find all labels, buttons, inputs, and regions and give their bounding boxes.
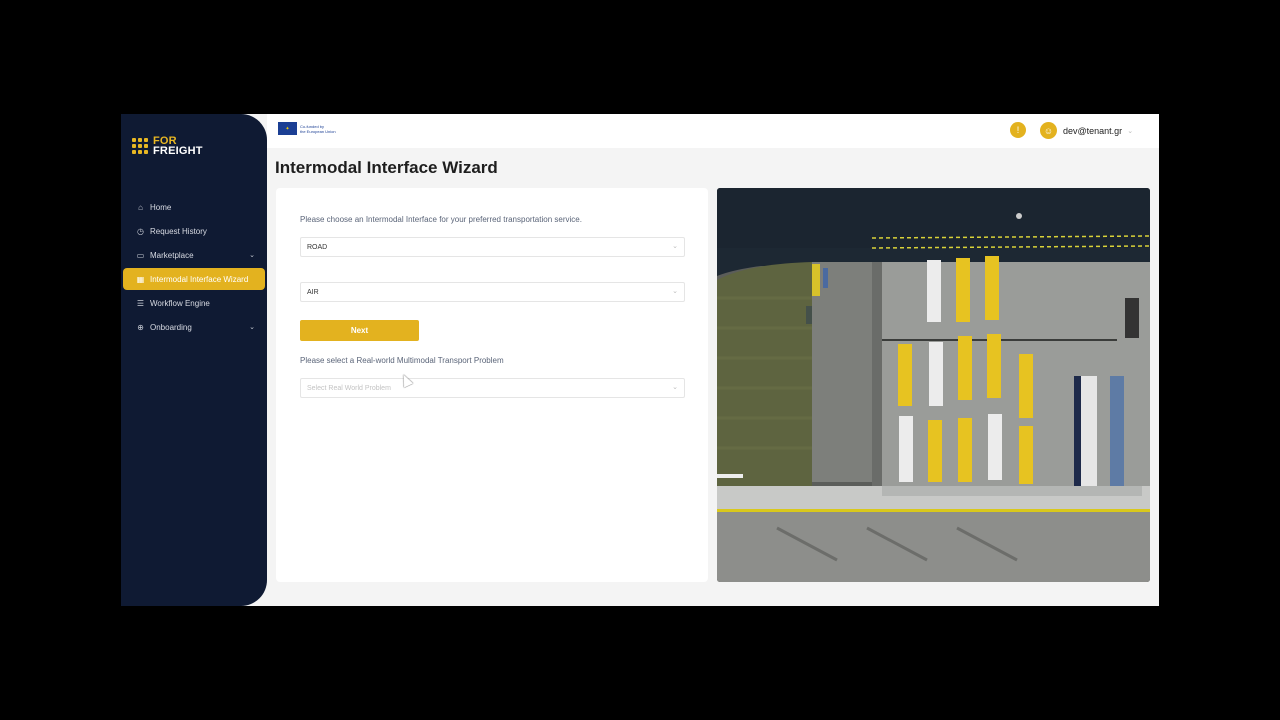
aerial-port-illustration — [717, 188, 1150, 582]
sidebar-item-label: Home — [150, 202, 172, 212]
brand-line2: FREIGHT — [153, 145, 203, 157]
sidebar-item-marketplace[interactable]: ▭ Marketplace ⌄ — [123, 244, 265, 266]
sidebar-item-label: Workflow Engine — [150, 298, 210, 308]
user-menu[interactable]: ☺ dev@tenant.gr ⌄ — [1040, 122, 1133, 139]
table-icon: ▦ — [136, 274, 145, 284]
brand-logo[interactable]: FOR FREIGHT — [132, 136, 203, 157]
chevron-down-icon: ⌄ — [672, 384, 678, 391]
list-icon: ☰ — [136, 298, 145, 308]
chevron-down-icon: ⌄ — [1127, 127, 1134, 135]
sidebar-nav: ⌂ Home ◷ Request History ▭ Marketplace ⌄… — [121, 196, 267, 340]
sidebar-item-label: Intermodal Interface Wizard — [150, 274, 249, 284]
sidebar-item-request-history[interactable]: ◷ Request History — [123, 220, 265, 242]
eu-funding-logo: ✦ Co-funded by the European Union — [278, 122, 336, 135]
sidebar-item-workflow-engine[interactable]: ☰ Workflow Engine — [123, 292, 265, 314]
aerial-port-photo — [717, 188, 1150, 582]
chevron-down-icon: ⌄ — [672, 243, 678, 250]
onboarding-icon: ⊕ — [137, 322, 144, 332]
eu-flag-icon: ✦ — [278, 122, 297, 135]
sidebar-item-label: Onboarding — [150, 322, 192, 332]
logo-dots-icon — [132, 138, 148, 154]
sidebar-item-onboarding[interactable]: ⊕ Onboarding ⌄ — [123, 316, 265, 338]
next-button[interactable]: Next — [300, 320, 419, 341]
sidebar-item-label: Request History — [150, 226, 207, 236]
origin-mode-select[interactable]: ROAD ⌄ — [300, 237, 685, 257]
sidebar: FOR FREIGHT ⌂ Home ◷ Request History ▭ M… — [121, 114, 267, 606]
origin-mode-value: ROAD — [307, 243, 328, 251]
page-title: Intermodal Interface Wizard — [275, 158, 498, 177]
home-icon: ⌂ — [138, 202, 143, 212]
history-icon: ◷ — [137, 226, 144, 236]
eu-text-line2: the European Union — [300, 128, 336, 134]
interface-prompt: Please choose an Intermodal Interface fo… — [300, 215, 582, 224]
user-email: dev@tenant.gr — [1063, 125, 1123, 136]
chevron-down-icon: ⌄ — [672, 288, 678, 295]
problem-prompt: Please select a Real-world Multimodal Tr… — [300, 356, 504, 365]
app-window: FOR FREIGHT ⌂ Home ◷ Request History ▭ M… — [121, 114, 1159, 606]
chevron-down-icon: ⌄ — [249, 252, 255, 259]
problem-placeholder: Select Real World Problem — [307, 384, 391, 392]
real-world-problem-select[interactable]: Select Real World Problem ⌄ — [300, 378, 685, 398]
user-avatar-icon: ☺ — [1040, 122, 1057, 139]
top-bar: ✦ Co-funded by the European Union ! ☺ de… — [267, 114, 1159, 148]
wizard-card: Please choose an Intermodal Interface fo… — [276, 188, 708, 582]
destination-mode-select[interactable]: AIR ⌄ — [300, 282, 685, 302]
marketplace-icon: ▭ — [136, 250, 145, 260]
sidebar-item-intermodal-interface-wizard[interactable]: ▦ Intermodal Interface Wizard — [123, 268, 265, 290]
info-icon[interactable]: ! — [1010, 122, 1026, 138]
sidebar-item-home[interactable]: ⌂ Home — [123, 196, 265, 218]
chevron-down-icon: ⌄ — [249, 324, 255, 331]
sidebar-item-label: Marketplace — [150, 250, 194, 260]
destination-mode-value: AIR — [307, 288, 319, 296]
